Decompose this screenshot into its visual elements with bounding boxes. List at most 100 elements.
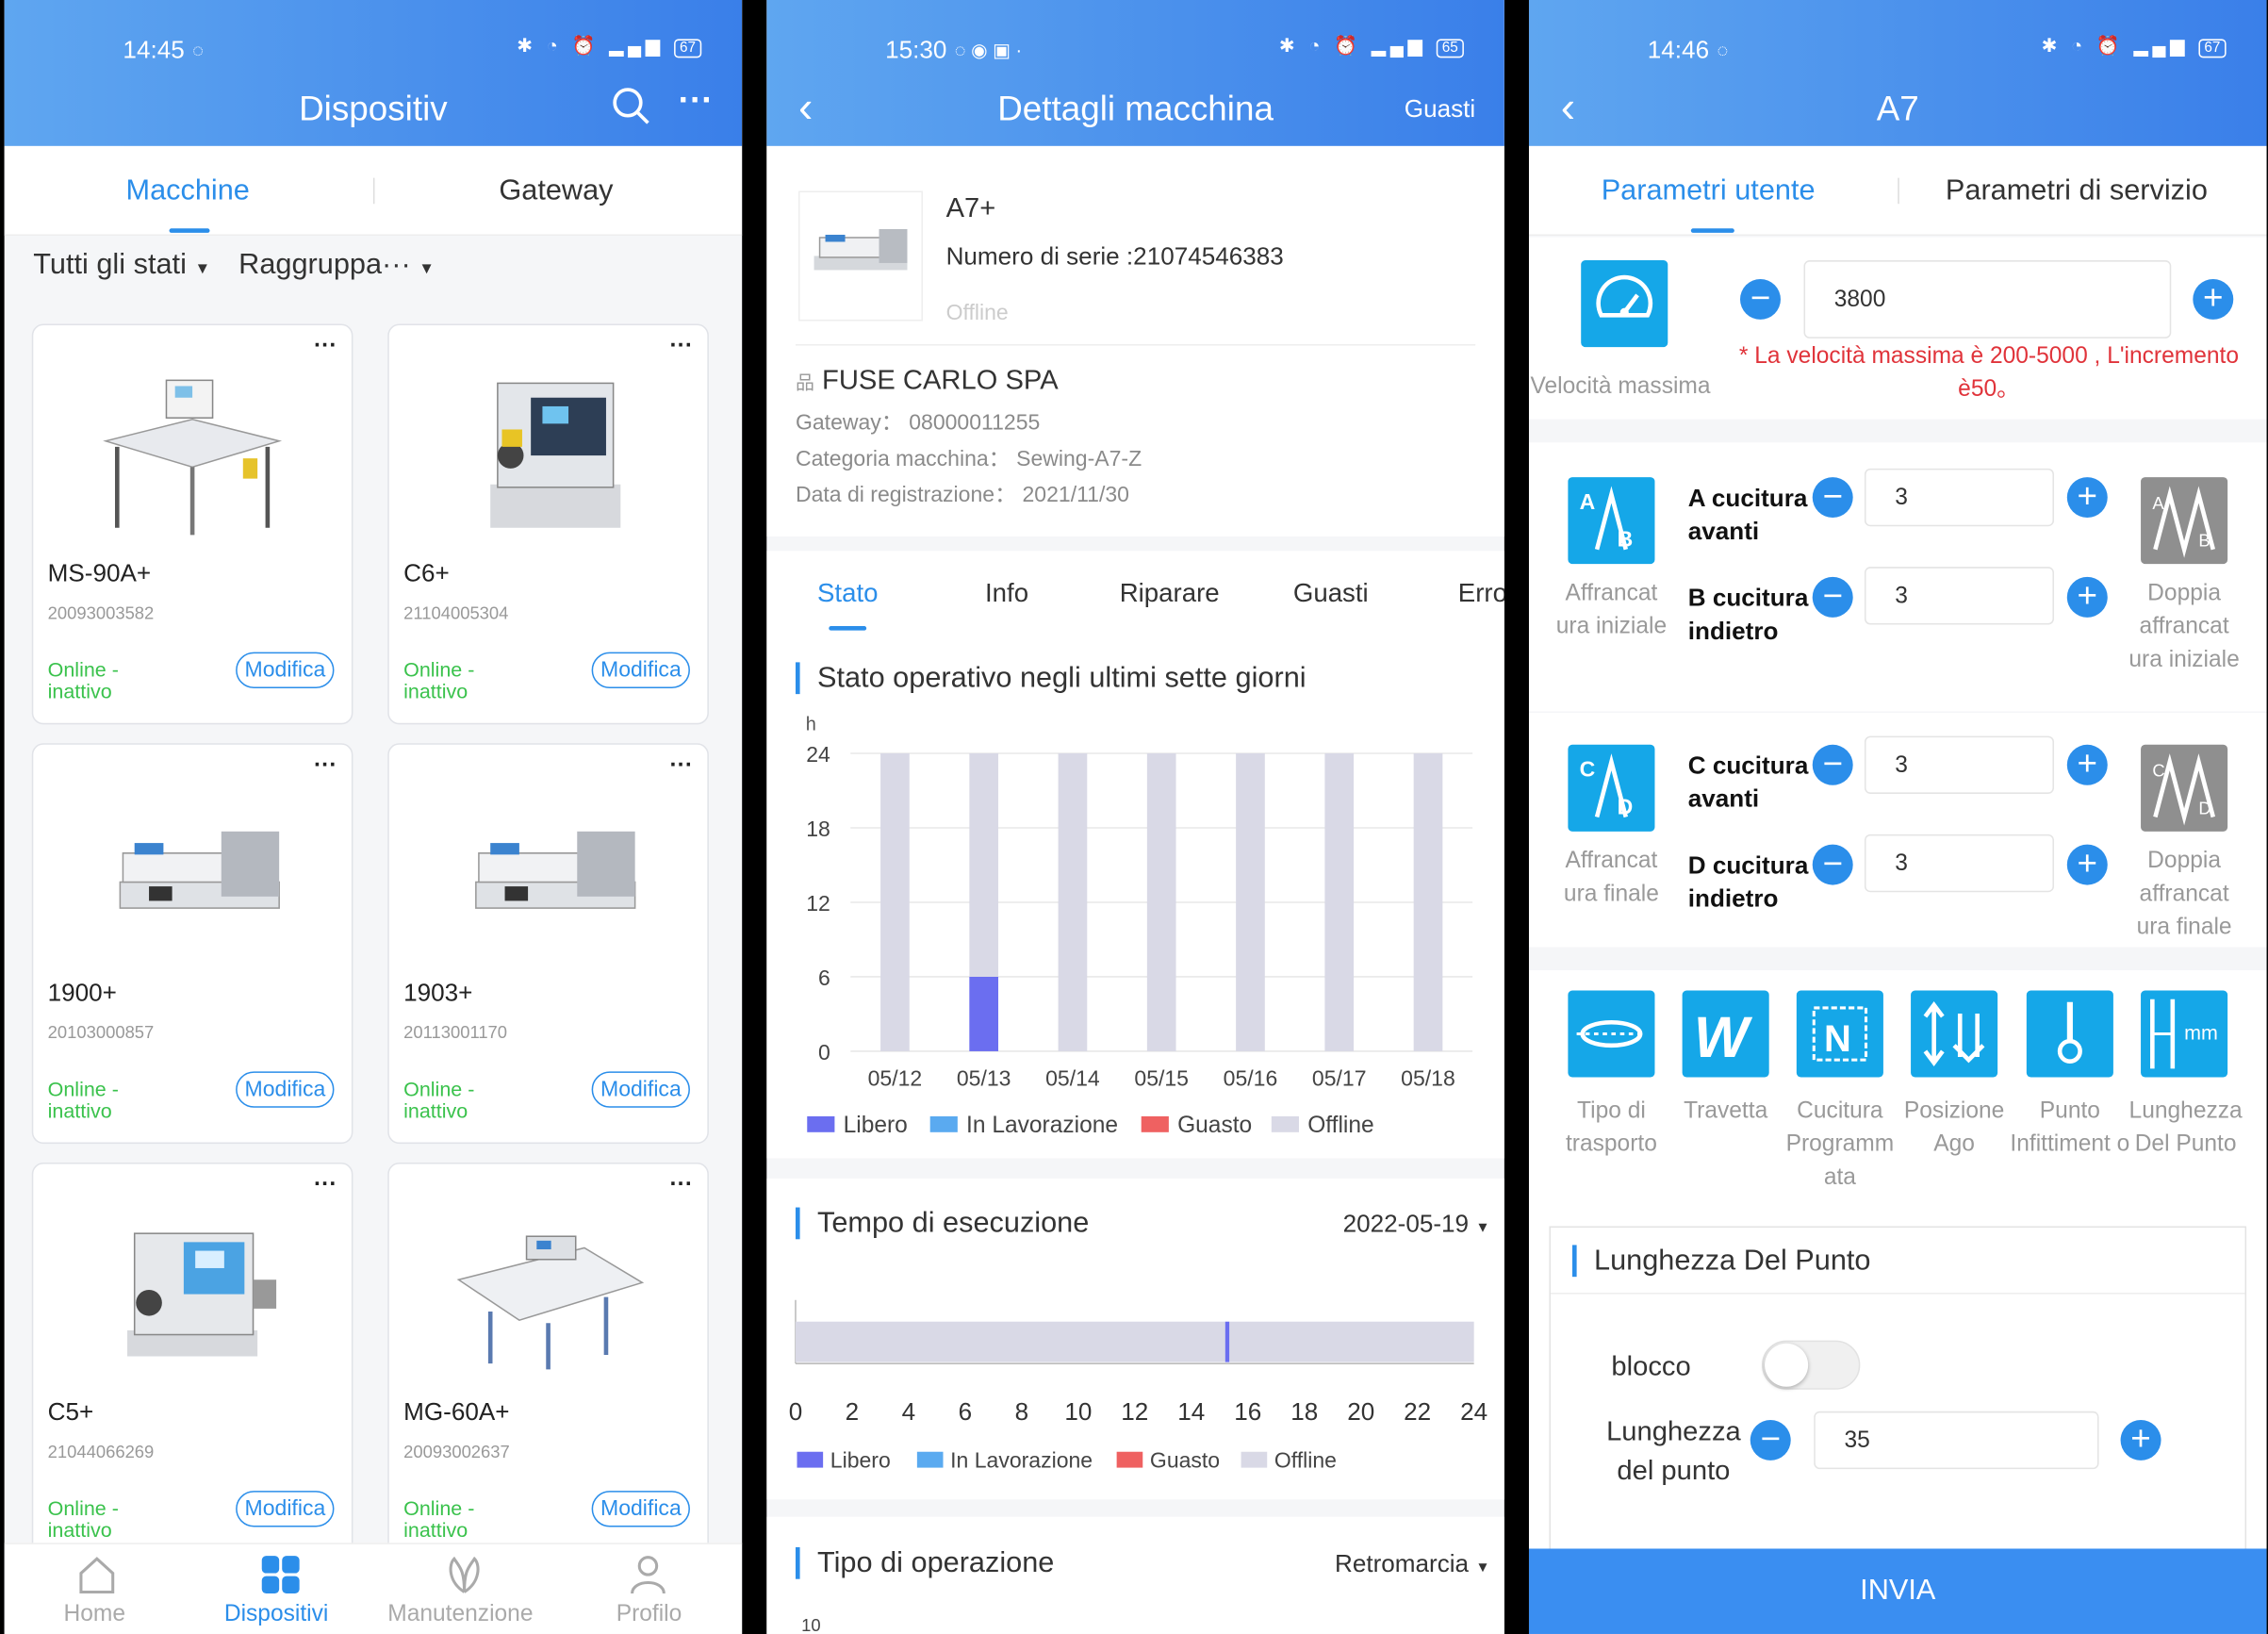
registration-date: Data di registrazione： 2021/11/30 bbox=[795, 483, 1129, 508]
operation-selector[interactable]: Retromarcia ▼ bbox=[1335, 1550, 1490, 1579]
machine-state: Offline bbox=[945, 300, 1009, 326]
device-status: Online - inattivo bbox=[403, 1496, 475, 1542]
nav-devices[interactable]: Dispositivi bbox=[224, 1602, 329, 1628]
device-card[interactable]: ··· MG-60A+ 20093002637 Online - inattiv… bbox=[387, 1163, 709, 1563]
device-serial: 20103000857 bbox=[47, 1022, 155, 1043]
tab-guasti[interactable]: Guasti bbox=[1293, 578, 1369, 608]
status-filter[interactable]: Tutti gli stati ▼ bbox=[33, 249, 210, 281]
plus-button[interactable]: + bbox=[2193, 278, 2234, 320]
nav-profile[interactable]: Profilo bbox=[616, 1602, 682, 1628]
device-name: 1900+ bbox=[47, 979, 117, 1007]
device-card[interactable]: ··· 1900+ 20103000857 Online - inattivo … bbox=[31, 743, 353, 1145]
minus-button[interactable]: − bbox=[1812, 477, 1853, 519]
minus-button[interactable]: − bbox=[1812, 576, 1853, 618]
section-title: Stato operativo negli ultimi sette giorn… bbox=[795, 662, 1307, 695]
group-filter-label: Raggruppa··· bbox=[238, 248, 411, 281]
speed-note: * La velocità massima è 200-5000 , L'inc… bbox=[1738, 343, 2239, 403]
tab-user-params[interactable]: Parametri utente bbox=[1602, 175, 1816, 208]
user-icon[interactable] bbox=[626, 1553, 669, 1596]
a-input[interactable]: 3 bbox=[1864, 468, 2054, 527]
stitch-length-icon[interactable]: mm bbox=[2141, 990, 2228, 1078]
submit-button[interactable]: INVIA bbox=[1528, 1548, 2267, 1634]
devices-icon[interactable] bbox=[259, 1553, 303, 1596]
programmed-stitch-icon[interactable]: N bbox=[1796, 990, 1883, 1078]
status-time: 14:45 bbox=[123, 36, 185, 64]
x-tick-label: 12 bbox=[1121, 1397, 1148, 1426]
legend-swatch bbox=[1116, 1451, 1143, 1468]
feed-type-icon[interactable] bbox=[1568, 990, 1655, 1078]
status-section: Stato Info Riparare Guasti Erro Stato op… bbox=[766, 551, 1504, 1159]
tab-service-params[interactable]: Parametri di servizio bbox=[1946, 175, 2208, 208]
axis-tick: 10 bbox=[801, 1615, 821, 1634]
minus-button[interactable]: − bbox=[1750, 1419, 1791, 1461]
b-input[interactable]: 3 bbox=[1864, 567, 2054, 625]
tab-stato[interactable]: Stato bbox=[817, 578, 878, 608]
bartack-icon[interactable]: W bbox=[1682, 990, 1769, 1078]
more-icon[interactable]: ··· bbox=[679, 81, 714, 122]
length-input[interactable]: 35 bbox=[1814, 1411, 2099, 1470]
tab-gateway[interactable]: Gateway bbox=[499, 175, 613, 208]
date-selector[interactable]: 2022-05-19 ▼ bbox=[1343, 1211, 1490, 1240]
timeline-segment bbox=[1229, 1321, 1474, 1362]
tab-macchine[interactable]: Macchine bbox=[126, 175, 250, 208]
device-card[interactable]: ··· MS-90A+ 20093003582 Online - inattiv… bbox=[31, 323, 353, 725]
group-filter[interactable]: Raggruppa··· ▼ bbox=[238, 249, 435, 281]
edit-button[interactable]: Modifica bbox=[236, 652, 335, 688]
nav-maintenance[interactable]: Manutenzione bbox=[387, 1602, 533, 1628]
home-icon[interactable] bbox=[75, 1553, 119, 1596]
plus-button[interactable]: + bbox=[2120, 1419, 2161, 1461]
device-card[interactable]: ··· C5+ 21044066269 Online - inattivo Mo… bbox=[31, 1163, 353, 1563]
leaf-icon[interactable] bbox=[443, 1553, 486, 1596]
notification-icons: ◌ ◉ ▣ · bbox=[954, 39, 1023, 61]
plus-button[interactable]: + bbox=[2066, 477, 2108, 519]
card-menu-icon[interactable]: ··· bbox=[314, 753, 337, 780]
card-menu-icon[interactable]: ··· bbox=[669, 334, 693, 360]
nav-home[interactable]: Home bbox=[64, 1602, 126, 1628]
faults-link[interactable]: Guasti bbox=[1405, 95, 1475, 124]
minus-button[interactable]: − bbox=[1812, 744, 1853, 785]
device-name: MG-60A+ bbox=[403, 1397, 510, 1427]
svg-text:C: C bbox=[1580, 757, 1596, 782]
end-backtack-label: Affrancat ura finale bbox=[1563, 849, 1659, 907]
device-name: MS-90A+ bbox=[47, 559, 152, 587]
edit-button[interactable]: Modifica bbox=[236, 1491, 335, 1527]
y-tick-label: 18 bbox=[806, 817, 830, 841]
plus-button[interactable]: + bbox=[2066, 844, 2108, 885]
divider bbox=[1898, 177, 1899, 205]
speed-input[interactable]: 3800 bbox=[1803, 260, 2172, 338]
bartack-label: Travetta bbox=[1684, 1098, 1768, 1124]
card-menu-icon[interactable]: ··· bbox=[314, 334, 337, 360]
edit-button[interactable]: Modifica bbox=[591, 652, 690, 688]
device-status: Online - inattivo bbox=[403, 657, 475, 703]
c-input[interactable]: 3 bbox=[1864, 735, 2054, 794]
needle-position-icon[interactable] bbox=[1911, 990, 1998, 1078]
tab-info[interactable]: Info bbox=[985, 578, 1028, 608]
x-tick-label: 05/18 bbox=[1401, 1066, 1455, 1091]
d-input[interactable]: 3 bbox=[1864, 834, 2054, 893]
card-menu-icon[interactable]: ··· bbox=[314, 1173, 337, 1199]
legend-label: Offline bbox=[1307, 1113, 1373, 1138]
minus-button[interactable]: − bbox=[1812, 844, 1853, 885]
feed-type-label: Tipo di trasporto bbox=[1565, 1098, 1657, 1157]
edit-button[interactable]: Modifica bbox=[236, 1071, 335, 1108]
search-icon[interactable] bbox=[612, 87, 649, 124]
card-menu-icon[interactable]: ··· bbox=[669, 753, 693, 780]
device-card[interactable]: ··· 1903+ 20113001170 Online - inattivo … bbox=[387, 743, 709, 1145]
bar-offline bbox=[969, 753, 999, 977]
device-card[interactable]: ··· C6+ 21104005304 Online - inattivo Mo… bbox=[387, 323, 709, 725]
edit-button[interactable]: Modifica bbox=[591, 1491, 690, 1527]
minus-button[interactable]: − bbox=[1740, 278, 1781, 320]
svg-text:B: B bbox=[2198, 531, 2210, 551]
divider bbox=[372, 177, 375, 205]
card-menu-icon[interactable]: ··· bbox=[669, 1173, 693, 1199]
plus-button[interactable]: + bbox=[2066, 576, 2108, 618]
tab-errori[interactable]: Erro bbox=[1458, 578, 1504, 608]
lock-toggle[interactable] bbox=[1762, 1340, 1861, 1390]
edit-button[interactable]: Modifica bbox=[591, 1071, 690, 1108]
machine-thumbnail bbox=[798, 190, 924, 322]
plus-button[interactable]: + bbox=[2066, 744, 2108, 785]
condensed-stitch-icon[interactable] bbox=[2026, 990, 2113, 1078]
tab-riparare[interactable]: Riparare bbox=[1120, 578, 1220, 608]
x-tick-label: 14 bbox=[1177, 1397, 1205, 1426]
bar-offline bbox=[1146, 753, 1176, 1051]
